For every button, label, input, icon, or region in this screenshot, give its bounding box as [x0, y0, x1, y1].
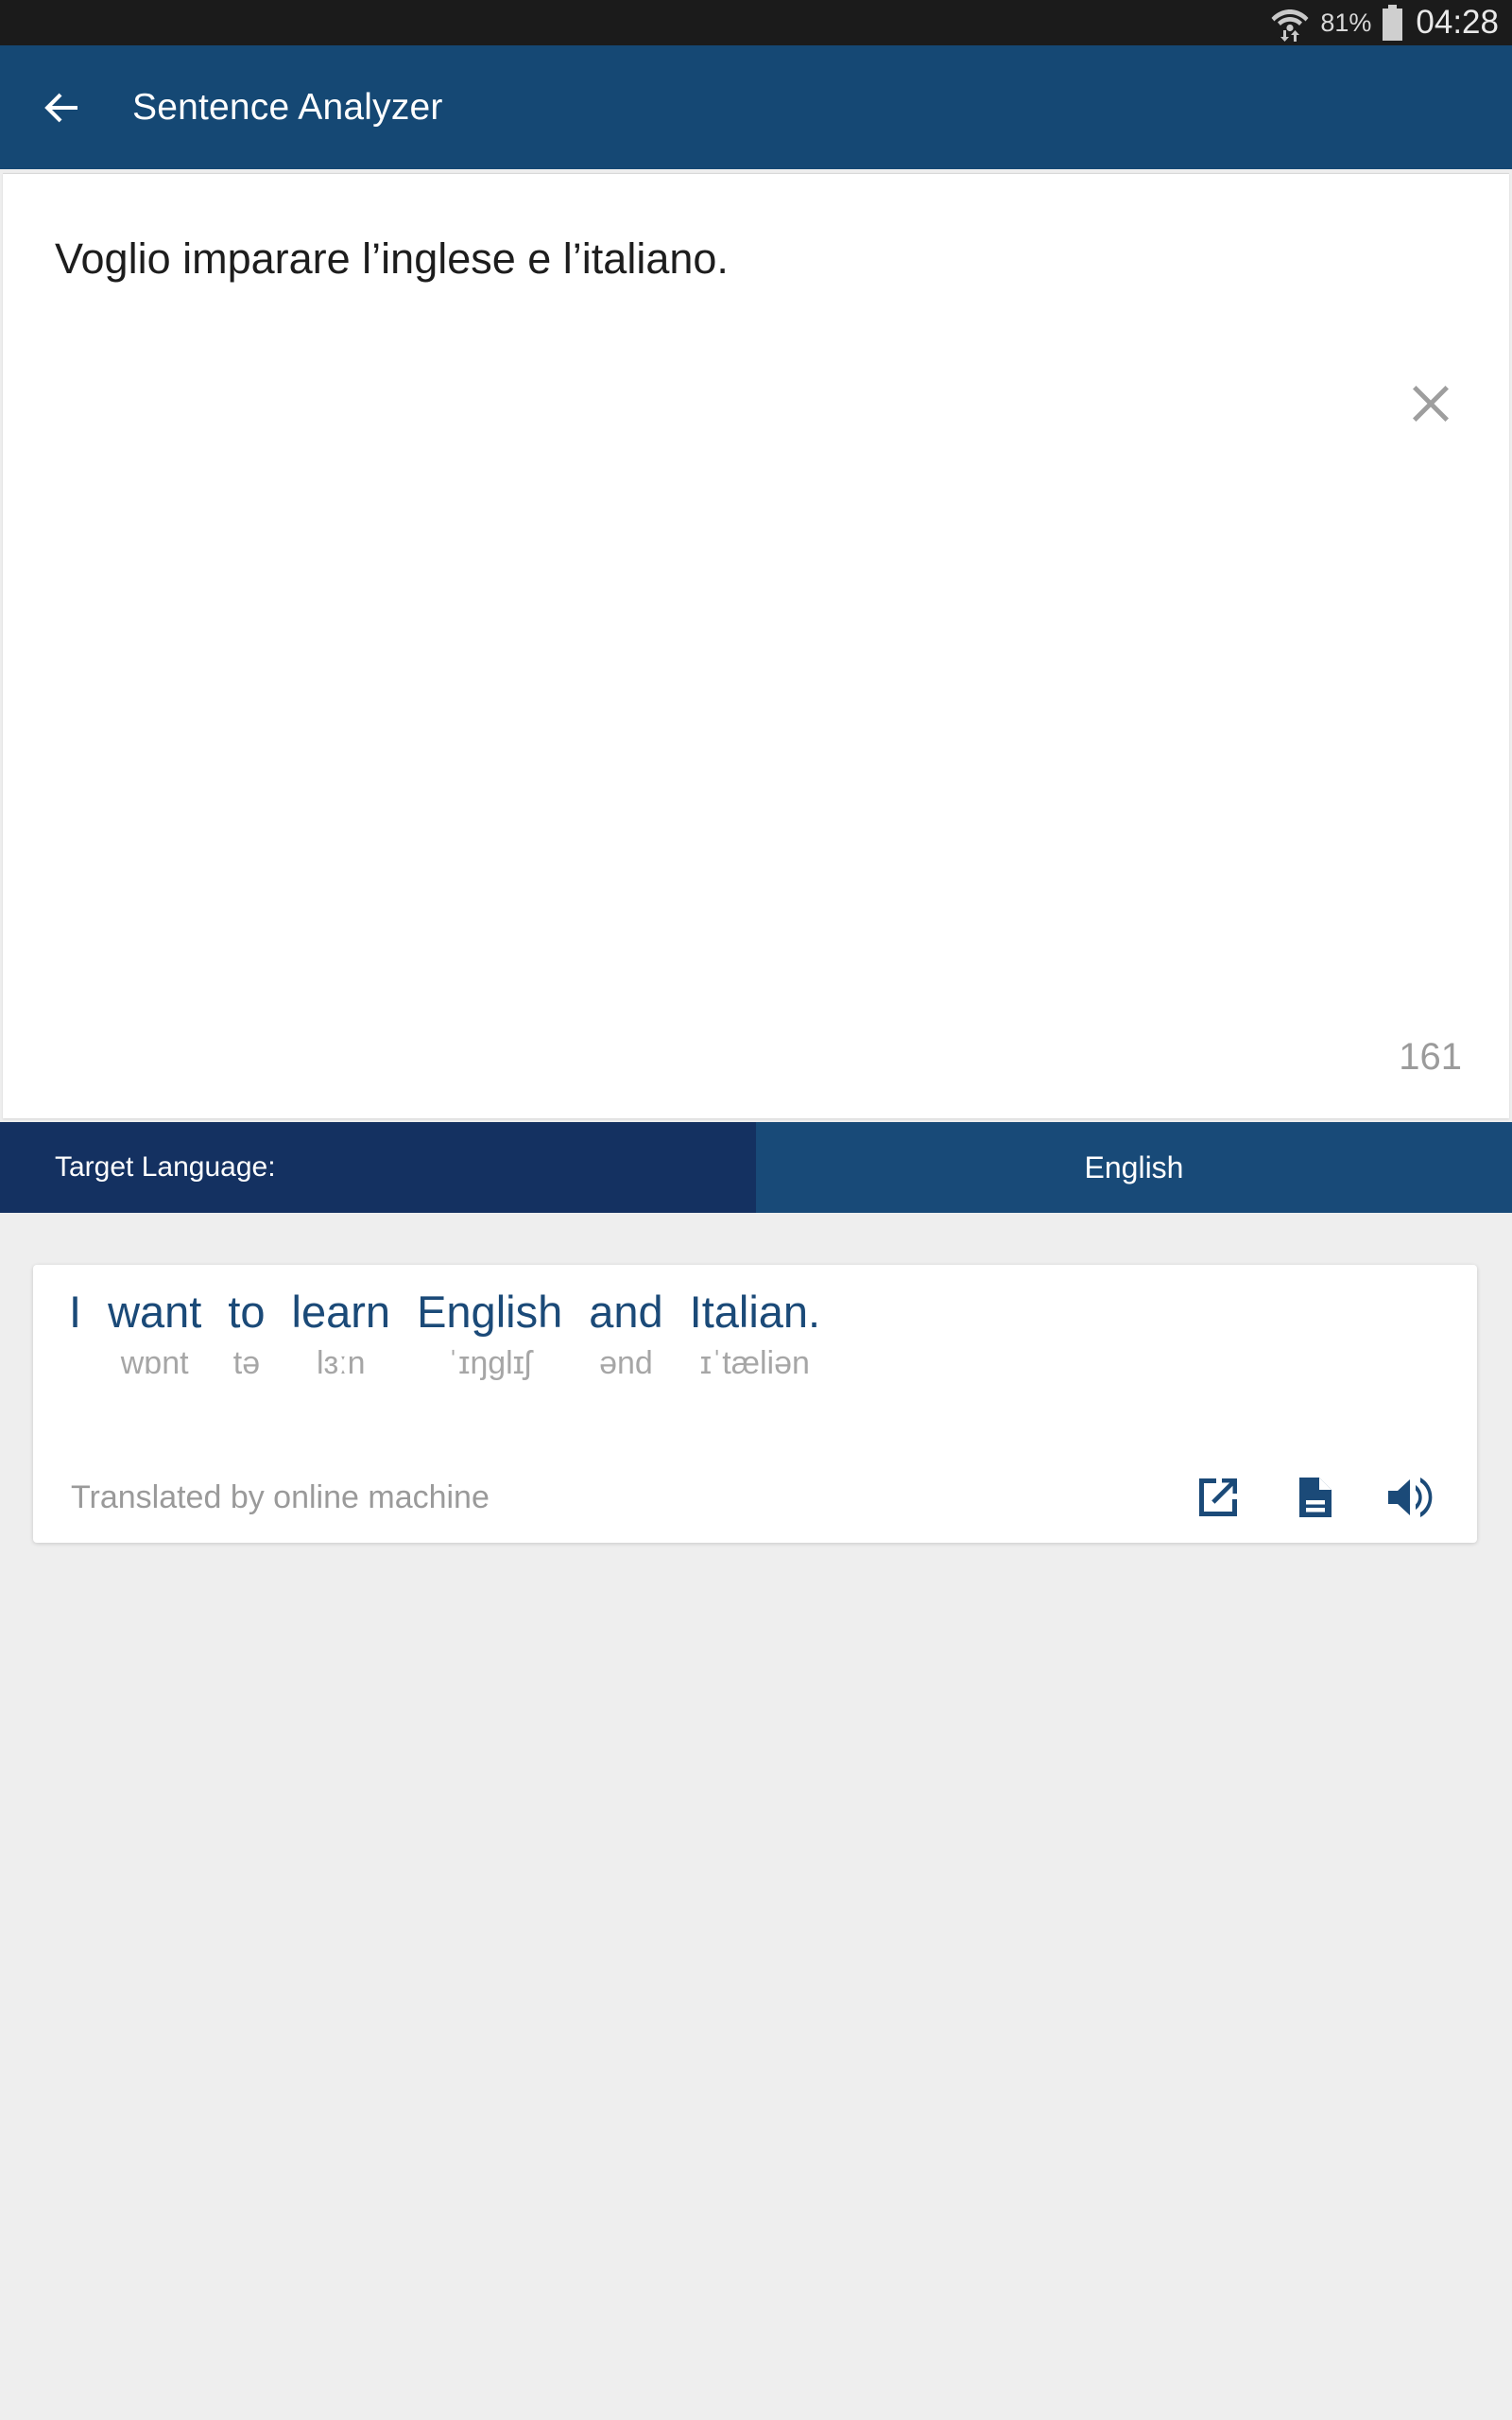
back-button[interactable] [40, 86, 83, 130]
clear-text-button[interactable] [1404, 377, 1457, 430]
close-icon [1413, 386, 1449, 422]
document-icon [1299, 1478, 1332, 1517]
translation-action-icons [1192, 1471, 1437, 1524]
battery-icon [1381, 4, 1404, 42]
target-language-label-cell[interactable]: Target Language: [0, 1122, 756, 1213]
volume-up-icon [1388, 1478, 1433, 1517]
status-bar: 81% 04:28 [0, 0, 1512, 45]
translated-word-phonetic: ɪˈtæliən [699, 1345, 810, 1381]
translated-word-text: learn [291, 1287, 391, 1337]
translation-card-footer: Translated by online machine [33, 1452, 1477, 1543]
translated-word[interactable]: and ənd [589, 1289, 662, 1379]
translated-word[interactable]: English ˈɪŋglɪʃ [417, 1289, 562, 1379]
translated-word-text: English [417, 1287, 563, 1337]
translated-word[interactable]: I [69, 1289, 81, 1379]
sentence-input-text[interactable]: Voglio imparare l’inglese e l’italiano. [55, 231, 1340, 288]
status-bar-clock: 04:28 [1416, 4, 1499, 41]
translated-word-text: and [589, 1287, 663, 1337]
translated-word-text: I [69, 1287, 82, 1337]
target-language-label: Target Language: [55, 1151, 276, 1183]
target-language-value-cell[interactable]: English [756, 1122, 1512, 1213]
translated-word[interactable]: Italian. ɪˈtæliən [690, 1289, 820, 1379]
battery-percent-label: 81% [1320, 8, 1372, 37]
arrow-back-icon [44, 93, 77, 122]
document-button[interactable] [1288, 1471, 1341, 1524]
target-language-bar: Target Language: English [0, 1122, 1512, 1213]
open-in-new-icon [1199, 1478, 1237, 1516]
translation-result-card: Iwant wɒnt to tə learn lɜːn English ˈɪŋglɪʃ and ə… [33, 1265, 1477, 1543]
translated-word-phonetic: ˈɪŋglɪʃ [447, 1345, 532, 1381]
status-bar-right-group: 81% 04:28 [1269, 4, 1499, 42]
translated-word-phonetic: wɒnt [120, 1345, 189, 1381]
translated-word-phonetic: lɜːn [317, 1345, 366, 1381]
translated-word-text: to [228, 1287, 266, 1337]
translated-word[interactable]: to tə [228, 1289, 265, 1379]
sentence-input-card[interactable]: Voglio imparare l’inglese e l’italiano. … [3, 173, 1509, 1118]
translation-source-note: Translated by online machine [71, 1478, 490, 1515]
translated-word-phonetic: ənd [599, 1345, 653, 1381]
speak-button[interactable] [1384, 1471, 1437, 1524]
translation-words-row: Iwant wɒnt to tə learn lɜːn English ˈɪŋglɪʃ and ə… [33, 1265, 1477, 1379]
translated-word-phonetic: tə [232, 1345, 261, 1381]
wifi-with-data-transfer-icon [1269, 4, 1311, 42]
open-in-new-button[interactable] [1192, 1471, 1245, 1524]
translated-word[interactable]: learn lɜːn [292, 1289, 391, 1379]
translated-word-text: Italian. [689, 1287, 821, 1337]
character-counter: 161 [1399, 1036, 1462, 1078]
translated-word-text: want [108, 1287, 202, 1337]
app-bar: Sentence Analyzer [0, 45, 1512, 169]
target-language-value: English [1084, 1150, 1184, 1184]
page-title: Sentence Analyzer [132, 86, 443, 128]
translated-word[interactable]: want wɒnt [108, 1289, 201, 1379]
